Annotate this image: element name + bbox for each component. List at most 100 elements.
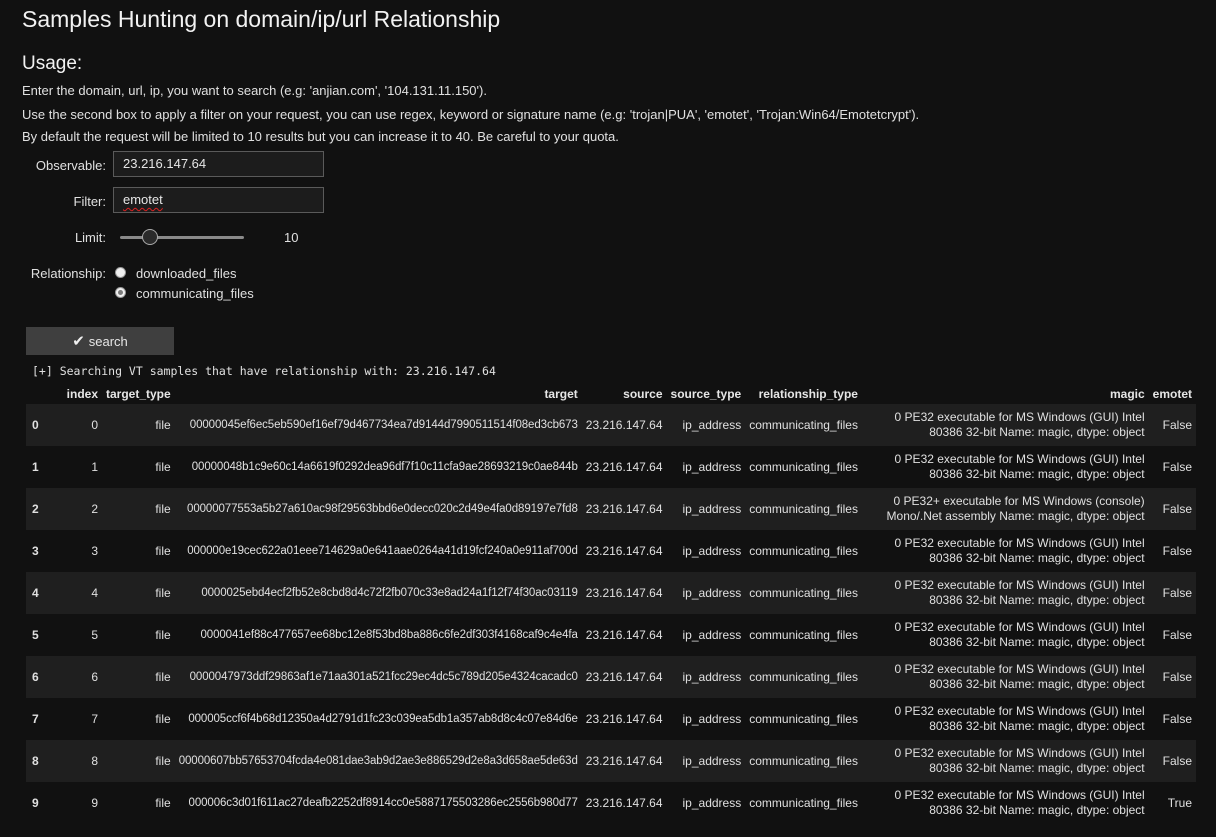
radio-communicating-files[interactable] xyxy=(115,287,126,298)
table-row: 3 3 file 000000e19cec622a01eee714629a0e641a… xyxy=(26,530,1196,572)
cell-emotet: False xyxy=(1162,712,1192,726)
column-header: index xyxy=(66,387,98,401)
observable-input[interactable]: 23.216.147.64 xyxy=(113,151,324,177)
cell-target: 000005ccf6f4b68d12350a4d2791d1fc23c039ea… xyxy=(188,713,578,725)
cell-relationship-type: communicating_files xyxy=(749,544,858,558)
cell-source: 23.216.147.64 xyxy=(585,628,663,642)
cell-relationship-type: communicating_files xyxy=(749,460,858,474)
row-index: 5 xyxy=(32,628,39,642)
row-index: 2 xyxy=(32,502,39,516)
cell-index: 4 xyxy=(91,586,98,600)
cell-relationship-type: communicating_files xyxy=(749,670,858,684)
cell-index: 5 xyxy=(91,628,98,642)
cell-relationship-type: communicating_files xyxy=(749,754,858,768)
cell-emotet: True xyxy=(1167,796,1192,810)
limit-slider-handle[interactable] xyxy=(142,229,158,245)
page-title: Samples Hunting on domain/ip/url Relatio… xyxy=(22,6,501,32)
cell-relationship-type: communicating_files xyxy=(749,796,858,810)
cell-target: 00000045ef6ec5eb590ef16ef79d467734ea7d91… xyxy=(189,419,578,431)
column-header: target xyxy=(544,387,578,401)
table-row: 1 1 file 00000048b1c9e60c14a6619f0292dea96d… xyxy=(26,446,1196,488)
cell-target: 0000025ebd4ecf2fb52e8cbd8d4c72f2fb070c33… xyxy=(201,587,578,599)
table-row: 9 9 file 000006c3d01f611ac27deafb2252df8914… xyxy=(26,782,1196,824)
cell-target-type: file xyxy=(155,502,171,516)
table-row: 8 8 file 00000607bb57653704fcda4e081dae3ab9… xyxy=(26,740,1196,782)
cell-emotet: False xyxy=(1162,586,1192,600)
column-header: source xyxy=(623,387,663,401)
cell-target-type: file xyxy=(155,754,171,768)
row-index: 8 xyxy=(32,754,39,768)
cell-source: 23.216.147.64 xyxy=(585,460,663,474)
observable-label: Observable: xyxy=(35,158,106,173)
column-header: target_type xyxy=(106,387,171,401)
table-row: 0 0 file 00000045ef6ec5eb590ef16ef79d467734… xyxy=(26,404,1196,446)
cell-target: 0000047973ddf29863af1e71aa301a521fcc29ec… xyxy=(189,671,578,683)
cell-index: 6 xyxy=(91,670,98,684)
cell-magic: 0 PE32 executable for MS Windows (GUI) I… xyxy=(894,704,1145,733)
radio-label-downloaded-files[interactable]: downloaded_files xyxy=(136,266,236,281)
cell-target-type: file xyxy=(155,418,171,432)
row-index: 7 xyxy=(32,712,39,726)
cell-index: 2 xyxy=(91,502,98,516)
cell-target: 00000048b1c9e60c14a6619f0292dea96df7f10c… xyxy=(191,461,578,473)
cell-relationship-type: communicating_files xyxy=(749,502,858,516)
usage-heading: Usage: xyxy=(22,53,83,74)
row-index: 4 xyxy=(32,586,39,600)
table-row: 2 2 file 00000077553a5b27a610ac98f29563bbd6… xyxy=(26,488,1196,530)
cell-source: 23.216.147.64 xyxy=(585,418,663,432)
cell-index: 0 xyxy=(91,418,98,432)
cell-source: 23.216.147.64 xyxy=(585,544,663,558)
cell-magic: 0 PE32 executable for MS Windows (GUI) I… xyxy=(894,452,1145,481)
cell-magic: 0 PE32 executable for MS Windows (GUI) I… xyxy=(894,536,1145,565)
table-row: 6 6 file 0000047973ddf29863af1e71aa301a521f… xyxy=(26,656,1196,698)
filter-label: Filter: xyxy=(73,194,107,209)
usage-line: Enter the domain, url, ip, you want to s… xyxy=(22,83,487,98)
cell-emotet: False xyxy=(1162,544,1192,558)
cell-source-type: ip_address xyxy=(682,460,742,474)
cell-source-type: ip_address xyxy=(682,670,742,684)
cell-source-type: ip_address xyxy=(682,628,742,642)
cell-magic: 0 PE32 executable for MS Windows (GUI) I… xyxy=(894,410,1145,439)
cell-source: 23.216.147.64 xyxy=(585,754,663,768)
usage-line: Use the second box to apply a filter on … xyxy=(22,107,920,122)
cell-relationship-type: communicating_files xyxy=(749,628,858,642)
cell-target: 000000e19cec622a01eee714629a0e641aae0264… xyxy=(187,545,578,557)
check-icon: ✔ xyxy=(72,333,85,350)
filter-value: emotet xyxy=(123,192,163,207)
cell-emotet: False xyxy=(1162,418,1192,432)
table-header-row: index target_type target source source_t… xyxy=(26,384,1196,404)
cell-source: 23.216.147.64 xyxy=(585,502,663,516)
search-button[interactable]: ✔ search xyxy=(26,327,174,355)
cell-index: 7 xyxy=(91,712,98,726)
cell-target: 0000041ef88c477657ee68bc12e8f53bd8ba886c… xyxy=(200,629,578,641)
relationship-label: Relationship: xyxy=(30,266,106,281)
column-header: source_type xyxy=(670,387,742,401)
radio-downloaded-files[interactable] xyxy=(115,267,126,278)
limit-label: Limit: xyxy=(74,230,106,245)
limit-value: 10 xyxy=(284,230,299,245)
row-index: 3 xyxy=(32,544,39,558)
cell-target-type: file xyxy=(155,796,171,810)
cell-target-type: file xyxy=(155,628,171,642)
cell-magic: 0 PE32 executable for MS Windows (GUI) I… xyxy=(894,578,1145,607)
cell-magic: 0 PE32+ executable for MS Windows (conso… xyxy=(886,494,1145,523)
radio-label-communicating-files[interactable]: communicating_files xyxy=(136,286,254,301)
limit-slider-track[interactable] xyxy=(120,236,244,239)
column-header xyxy=(26,384,54,404)
cell-magic: 0 PE32 executable for MS Windows (GUI) I… xyxy=(894,662,1145,691)
cell-emotet: False xyxy=(1162,670,1192,684)
cell-emotet: False xyxy=(1162,460,1192,474)
cell-target: 000006c3d01f611ac27deafb2252df8914cc0e58… xyxy=(188,797,578,809)
cell-emotet: False xyxy=(1162,628,1192,642)
cell-source-type: ip_address xyxy=(682,544,742,558)
cell-source-type: ip_address xyxy=(682,754,742,768)
cell-source: 23.216.147.64 xyxy=(585,586,663,600)
cell-relationship-type: communicating_files xyxy=(749,418,858,432)
cell-target: 00000077553a5b27a610ac98f29563bbd6e0decc… xyxy=(187,503,578,515)
search-log-output: [+] Searching VT samples that have relat… xyxy=(32,364,496,378)
column-header: magic xyxy=(1109,387,1145,401)
cell-source-type: ip_address xyxy=(682,418,742,432)
cell-source-type: ip_address xyxy=(682,502,742,516)
cell-magic: 0 PE32 executable for MS Windows (GUI) I… xyxy=(894,620,1145,649)
filter-input[interactable]: emotet xyxy=(113,187,324,213)
